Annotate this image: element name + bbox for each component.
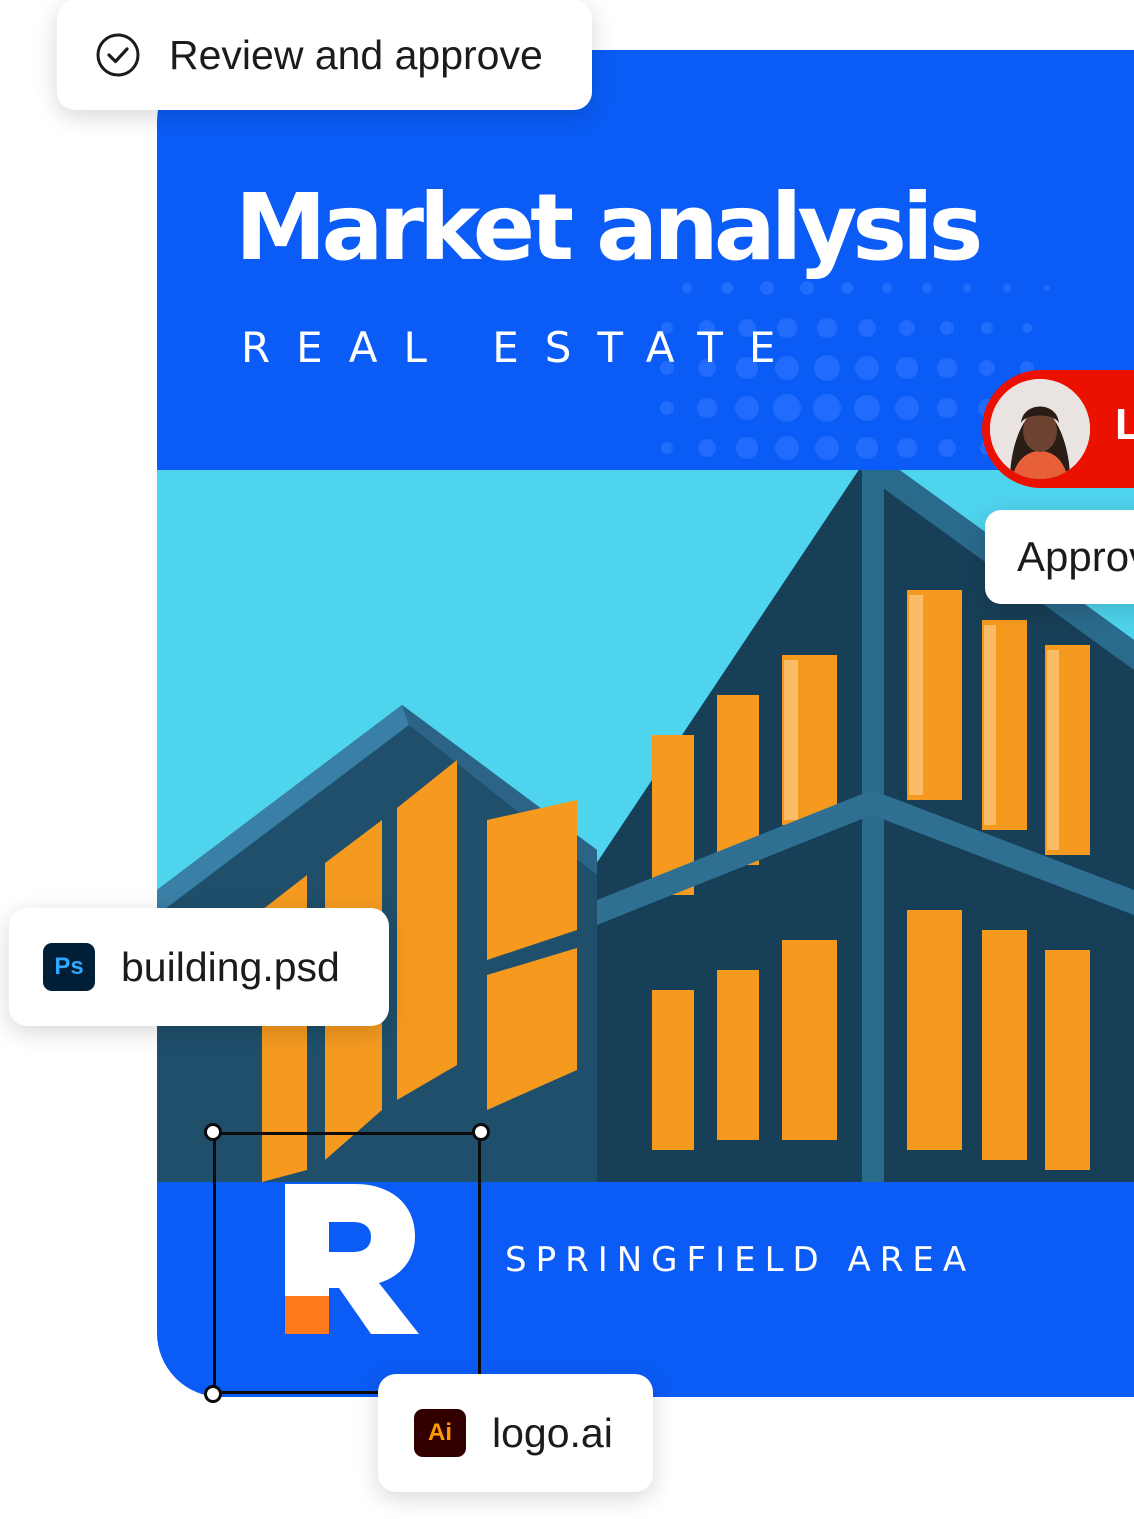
reviewer-pill[interactable]: L [982, 370, 1134, 488]
selection-handle-top-right[interactable] [472, 1123, 490, 1141]
avatar-portrait [990, 379, 1090, 479]
selection-handle-top-left[interactable] [204, 1123, 222, 1141]
file-chip-ai[interactable]: Ai logo.ai [378, 1374, 653, 1492]
file-name: logo.ai [492, 1409, 613, 1456]
review-approve-label: Review and approve [169, 31, 543, 78]
approve-label: Approv [1017, 533, 1134, 580]
file-name: building.psd [121, 943, 340, 990]
reviewer-initial: L [1115, 400, 1134, 449]
avatar [990, 379, 1090, 479]
review-approve-chip[interactable]: Review and approve [57, 0, 592, 110]
photoshop-icon: Ps [43, 943, 95, 991]
logo-selection-box[interactable] [213, 1132, 481, 1394]
approve-chip[interactable]: Approv [985, 510, 1134, 604]
illustrator-icon: Ai [414, 1409, 466, 1457]
poster-title: Market analysis [235, 174, 983, 281]
selection-handle-bottom-left[interactable] [204, 1385, 222, 1403]
area-label: SPRINGFIELD AREA [505, 1240, 976, 1280]
check-circle-icon [96, 33, 140, 77]
poster-subtitle: REAL ESTATE [241, 323, 802, 372]
file-chip-psd[interactable]: Ps building.psd [9, 908, 389, 1026]
